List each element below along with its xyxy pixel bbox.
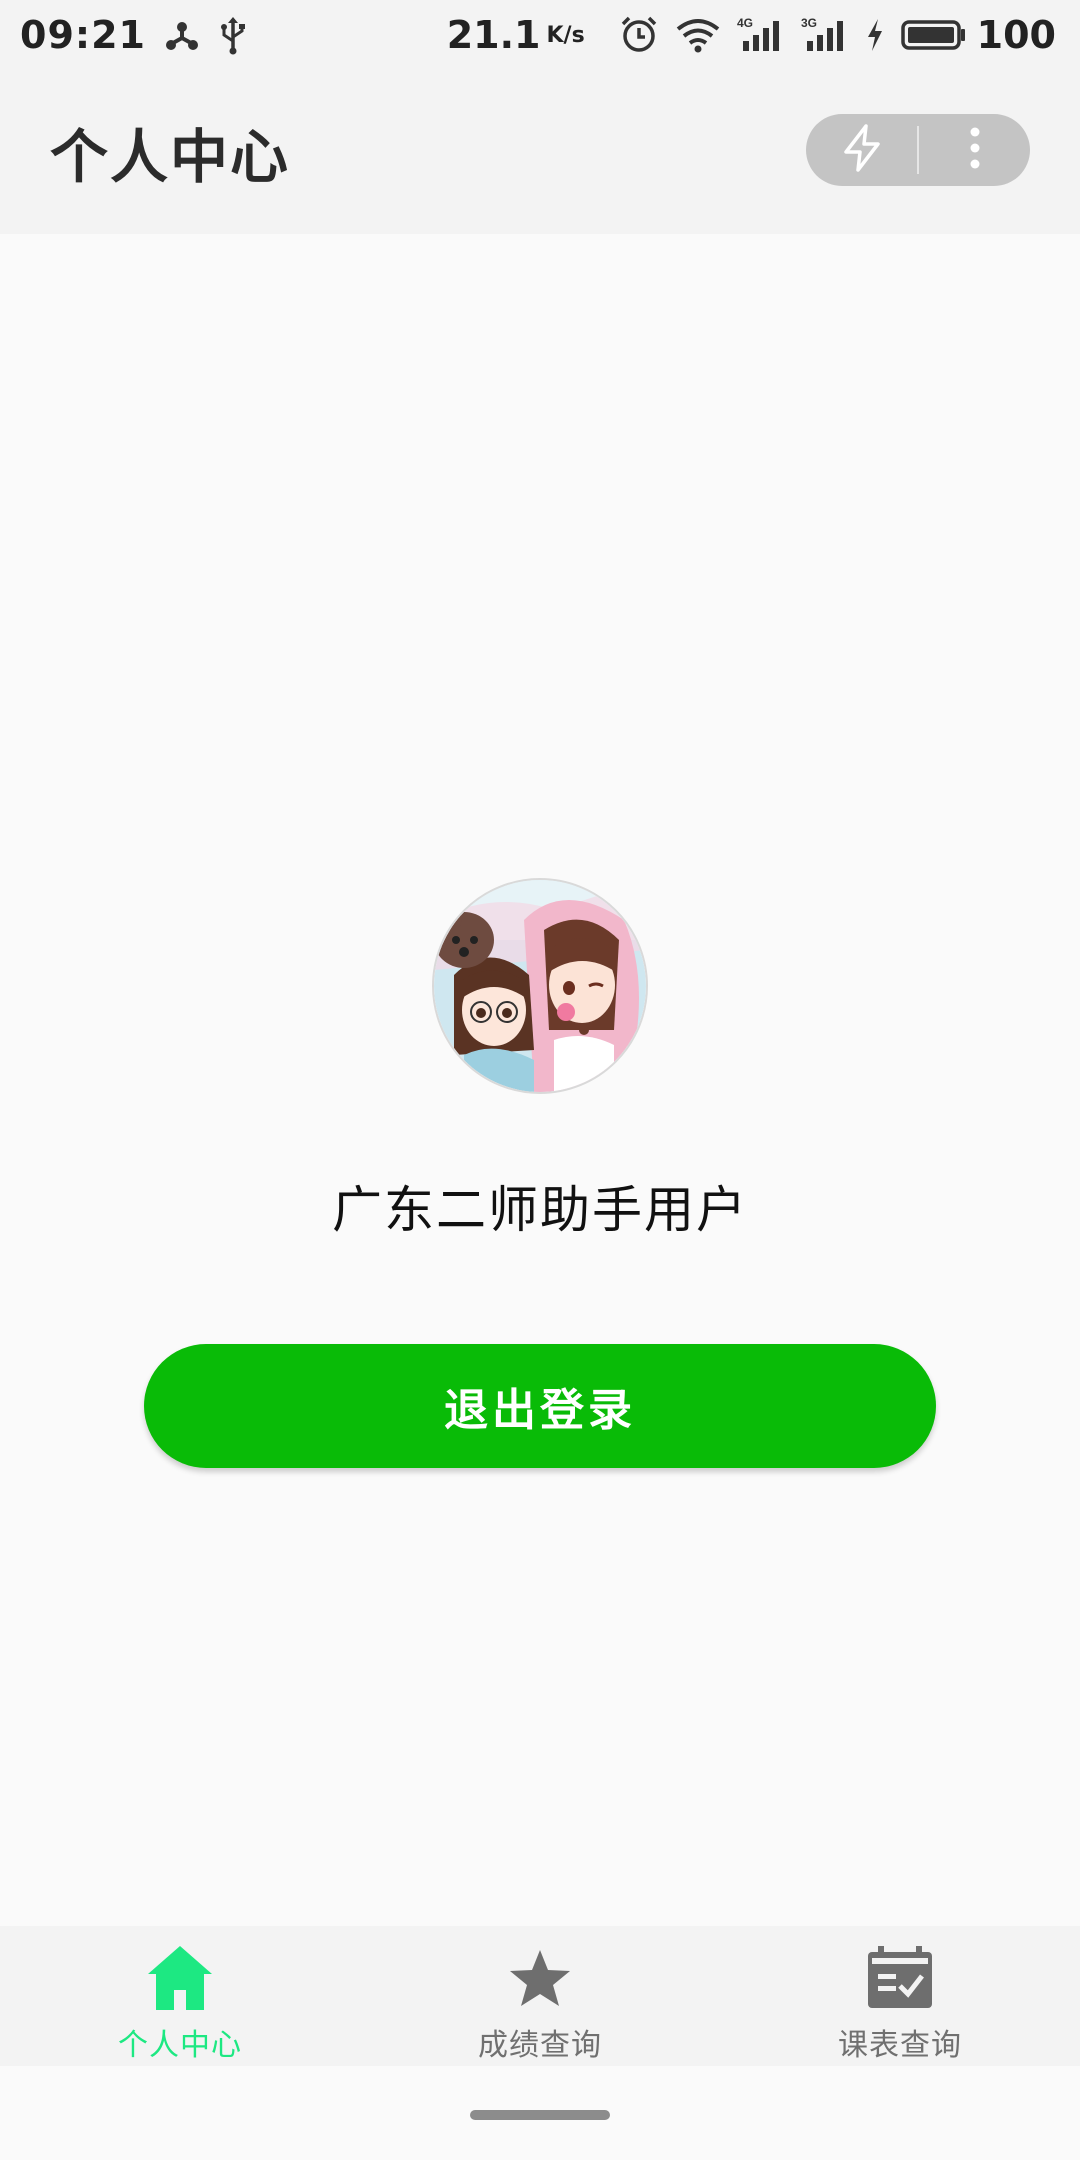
star-icon [504,1942,576,2018]
net-speed-unit: K/s [546,22,585,48]
wifi-icon [675,15,721,55]
nav-item-timetable[interactable]: 课表查询 [720,1926,1080,2066]
battery-icon [900,15,967,55]
status-time: 09:21 [20,13,146,57]
logout-button[interactable]: 退出登录 [144,1344,936,1468]
battery-level: 100 [976,13,1056,57]
nav-item-profile[interactable]: 个人中心 [0,1926,360,2066]
nav-label-grades: 成绩查询 [478,2028,602,2063]
usb-icon [218,15,248,55]
nav-item-grades[interactable]: 成绩查询 [360,1926,720,2066]
avatar-anime-icon [434,880,646,1092]
more-vert-icon [965,122,985,178]
calendar-check-icon [864,1942,936,2018]
capsule-menu [806,114,1030,186]
gesture-handle[interactable] [470,2110,610,2120]
bottom-nav: 个人中心 成绩查询 课表查询 [0,1926,1080,2066]
avatar[interactable] [432,878,648,1094]
more-button[interactable] [919,114,1030,186]
signal-3g-icon: 3G [801,15,849,55]
screen: 09:21 21.1 K/s 4G 3G 100 个人中心 广东二师助手用户 退… [0,0,1080,2160]
home-icon [144,1942,216,2018]
username: 广东二师助手用户 [332,1181,748,1239]
gesture-area [0,2066,1080,2160]
status-left: 09:21 [20,13,248,57]
page-title: 个人中心 [50,123,291,191]
flash-icon [836,122,888,178]
app-bar: 个人中心 [0,70,1080,234]
svg-text:3G: 3G [801,16,817,30]
hub-icon [162,15,202,55]
status-right: 21.1 K/s 4G 3G 100 [447,13,1056,57]
charging-icon [865,15,885,55]
signal-4g-icon: 4G [737,15,785,55]
flash-button[interactable] [806,114,917,186]
net-speed: 21.1 [446,13,541,57]
nav-label-timetable: 课表查询 [838,2028,962,2063]
status-bar: 09:21 21.1 K/s 4G 3G 100 [0,0,1080,70]
nav-label-profile: 个人中心 [118,2028,242,2063]
svg-text:4G: 4G [737,16,753,30]
alarm-icon [619,15,659,55]
